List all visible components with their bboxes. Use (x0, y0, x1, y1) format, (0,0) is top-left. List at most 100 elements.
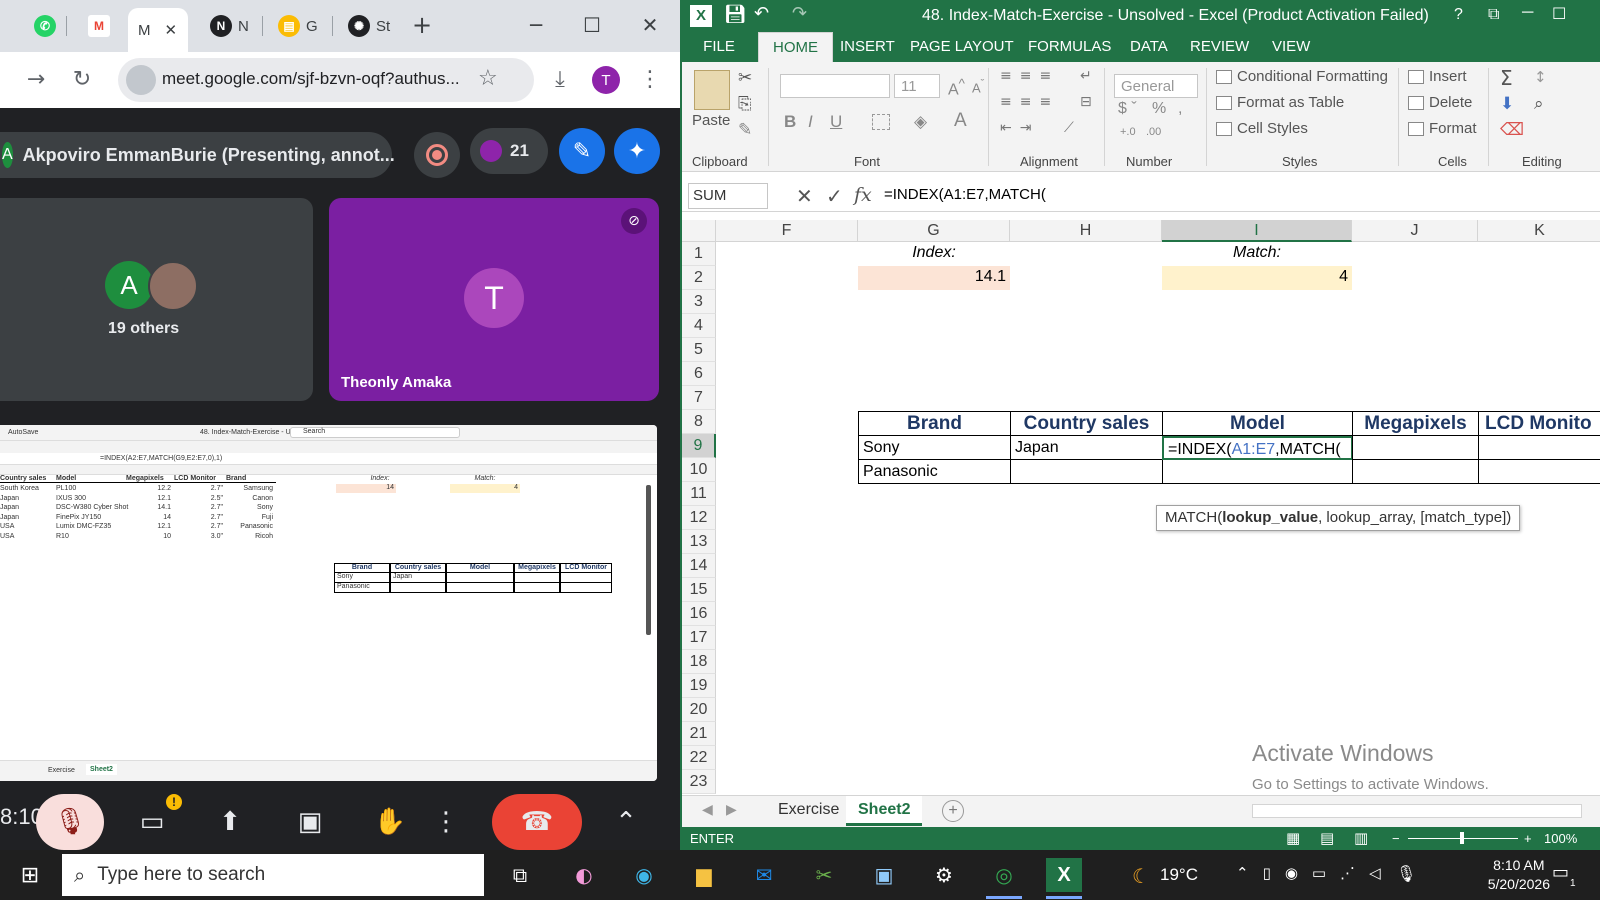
row-header[interactable]: 1 (682, 242, 716, 266)
cell-k10[interactable] (1478, 460, 1600, 484)
bold-icon[interactable]: B (784, 112, 796, 132)
weather-moon-icon[interactable]: ☾ (1132, 864, 1150, 888)
row-header[interactable]: 4 (682, 314, 716, 338)
conditional-formatting-button[interactable]: Conditional Formatting (1216, 68, 1388, 85)
function-tooltip[interactable]: MATCH(lookup_value, lookup_array, [match… (1156, 505, 1521, 531)
table-header-brand[interactable]: Brand (858, 411, 1011, 436)
format-painter-icon[interactable]: ✎ (738, 120, 752, 140)
download-icon[interactable]: ⤓ (544, 64, 576, 96)
copy-icon[interactable]: ⎘ (738, 94, 752, 114)
save-icon[interactable]: 💾︎ (724, 4, 747, 25)
row-header[interactable]: 18 (682, 650, 716, 674)
find-select-icon[interactable]: ⌕ (1534, 94, 1544, 114)
row-header[interactable]: 14 (682, 554, 716, 578)
horizontal-scrollbar[interactable] (1252, 804, 1582, 818)
autosum-icon[interactable]: Σ (1500, 66, 1513, 90)
index-label[interactable]: Index: (858, 242, 1010, 266)
tab-notion[interactable]: N N (200, 8, 259, 44)
table-header-model[interactable]: Model (1162, 411, 1353, 436)
cell-j10[interactable] (1352, 460, 1479, 484)
currency-icon[interactable]: $ ˇ (1118, 100, 1137, 118)
delete-cells-button[interactable]: Delete (1408, 94, 1472, 111)
sheet-tab-sheet2[interactable]: Sheet2 (846, 796, 923, 826)
windows-start-icon[interactable]: ⊞ (12, 858, 48, 892)
record-indicator[interactable] (414, 132, 460, 178)
sheet-tab-exercise[interactable]: Exercise (766, 796, 851, 826)
match-value-cell[interactable]: 4 (1162, 266, 1352, 290)
maximize-icon[interactable]: ☐ (572, 10, 612, 40)
copilot-icon[interactable]: ◐ (566, 858, 602, 892)
new-tab-icon[interactable]: + (402, 10, 442, 40)
notification-icon[interactable]: ▭ (1552, 862, 1569, 883)
number-format-box[interactable]: General (1114, 74, 1198, 98)
minimize-icon[interactable]: ─ (1522, 4, 1533, 22)
cancel-entry-icon[interactable]: ✕ (796, 184, 813, 208)
paste-icon[interactable] (694, 70, 730, 110)
participant-tile[interactable]: ⊘ T Theonly Amaka (329, 198, 659, 401)
taskbar-search[interactable]: ⌕ Type here to search (62, 854, 484, 896)
cell-h10[interactable] (1010, 460, 1163, 484)
column-header-j[interactable]: J (1352, 220, 1478, 242)
settings-gear-icon[interactable]: ⚙ (926, 858, 962, 892)
row-header[interactable]: 12 (682, 506, 716, 530)
column-header-f[interactable]: F (716, 220, 858, 242)
spreadsheet-grid[interactable]: F G H I J K 1 2 3 4 5 6 7 8 9 10 11 12 13 14 15 16 17 18 1… (682, 220, 1600, 795)
taskbar-clock[interactable]: 8:10 AM 5/20/2026 (1488, 856, 1550, 894)
cell-brand-sony[interactable]: Sony (858, 436, 1011, 460)
table-header-country[interactable]: Country sales (1010, 411, 1163, 436)
page-layout-view-icon[interactable]: ▤ (1320, 829, 1334, 847)
format-as-table-button[interactable]: Format as Table (1216, 94, 1344, 111)
column-header-i[interactable]: I (1162, 220, 1352, 242)
formula-input[interactable]: =INDEX(A1:E7,MATCH( (884, 186, 1046, 203)
paste-button[interactable]: Paste (692, 112, 730, 129)
task-view-icon[interactable]: ⧉ (502, 858, 538, 892)
table-header-lcd[interactable]: LCD Monito (1478, 411, 1600, 436)
decrease-decimal-icon[interactable]: .00 (1146, 126, 1161, 138)
tab-page-layout[interactable]: PAGE LAYOUT (910, 38, 1014, 55)
cell-brand-panasonic[interactable]: Panasonic (858, 460, 1011, 484)
chrome-taskbar-icon[interactable]: ◎ (986, 858, 1022, 892)
percent-icon[interactable]: % (1152, 100, 1166, 118)
undo-icon[interactable]: ↶ (754, 3, 769, 24)
close-window-icon[interactable]: ✕ (630, 10, 670, 40)
zoom-out-icon[interactable]: − (1392, 831, 1400, 846)
annotate-pen-icon[interactable]: ✎ (559, 128, 605, 174)
row-header[interactable]: 15 (682, 578, 716, 602)
minimize-icon[interactable]: ─ (516, 10, 556, 40)
tab-data[interactable]: DATA (1130, 38, 1168, 55)
row-header[interactable]: 11 (682, 482, 716, 506)
zoom-level[interactable]: 100% (1544, 831, 1577, 846)
page-break-view-icon[interactable]: ▥ (1354, 829, 1368, 847)
row-header[interactable]: 23 (682, 770, 716, 794)
horizontal-align-icons[interactable]: ≡≡≡ (1000, 94, 1059, 110)
row-header[interactable]: 9 (682, 434, 716, 458)
sheet-scroll-left-icon[interactable]: ◀ (702, 802, 713, 818)
select-all-corner[interactable] (682, 220, 716, 242)
confirm-entry-icon[interactable]: ✓ (826, 184, 843, 208)
zoom-in-icon[interactable]: + (1524, 831, 1532, 846)
decrease-font-icon[interactable]: Aˇ (972, 78, 984, 95)
outlook-icon[interactable]: ✉ (746, 858, 782, 892)
raise-hand-button[interactable]: ✋ (356, 794, 424, 850)
row-header[interactable]: 21 (682, 722, 716, 746)
fill-color-icon[interactable]: ◈ (914, 112, 927, 132)
cell-country-japan[interactable]: Japan (1010, 436, 1163, 460)
participants-button[interactable]: 21 (470, 128, 548, 174)
font-size-box[interactable]: 11 (894, 74, 940, 98)
row-header[interactable]: 2 (682, 266, 716, 290)
indent-icons[interactable]: ⇤⇥ (1000, 120, 1039, 136)
table-header-megapixels[interactable]: Megapixels (1352, 411, 1479, 436)
tab-gmail[interactable]: M (78, 8, 120, 44)
row-header[interactable]: 13 (682, 530, 716, 554)
row-header[interactable]: 5 (682, 338, 716, 362)
index-value-cell[interactable]: 14.1 (858, 266, 1010, 290)
italic-icon[interactable]: I (808, 112, 813, 132)
orientation-icon[interactable]: ⟋ (1064, 120, 1074, 136)
borders-icon[interactable] (872, 114, 890, 130)
format-cells-button[interactable]: Format (1408, 120, 1477, 137)
merge-center-icon[interactable]: ⊟ (1080, 94, 1092, 110)
present-button[interactable]: ⬆ (196, 794, 264, 850)
sheet-scroll-right-icon[interactable]: ▶ (726, 802, 737, 818)
row-header[interactable]: 3 (682, 290, 716, 314)
profile-avatar[interactable]: T (592, 66, 620, 94)
